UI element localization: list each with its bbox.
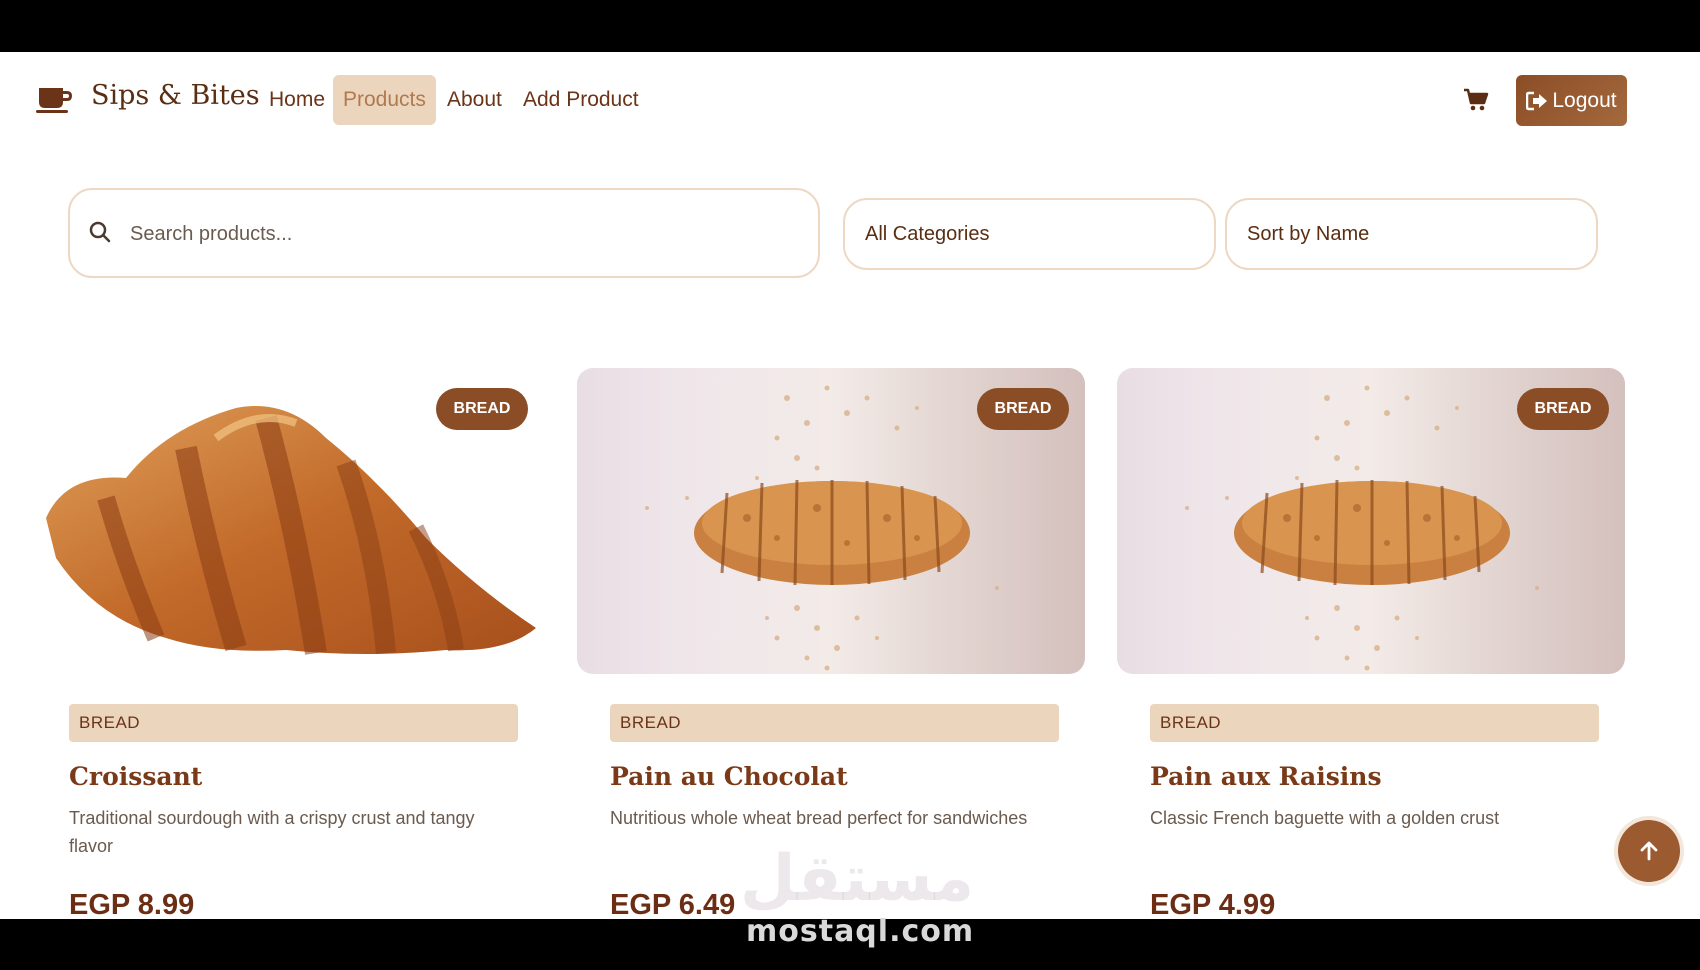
category-label: BREAD — [1150, 704, 1599, 742]
category-select[interactable]: All Categories — [843, 198, 1216, 270]
search-icon — [89, 221, 111, 243]
product-image[interactable]: BREAD — [577, 368, 1085, 674]
nav-link-home[interactable]: Home — [259, 75, 335, 125]
product-price: EGP 6.49 — [610, 889, 736, 919]
category-label: BREAD — [69, 704, 518, 742]
product-image[interactable]: BREAD — [1117, 368, 1625, 674]
search-box — [68, 188, 820, 278]
nav-link-about[interactable]: About — [437, 75, 512, 125]
product-description: Nutritious whole wheat bread perfect for… — [610, 808, 1028, 828]
watermark-logo: مستقل — [740, 842, 975, 916]
scroll-to-top-button[interactable] — [1618, 820, 1680, 882]
coffee-cup-icon — [36, 88, 72, 113]
category-badge: BREAD — [977, 388, 1069, 430]
category-badge: BREAD — [436, 388, 528, 430]
category-badge: BREAD — [1517, 388, 1609, 430]
logout-icon — [1526, 91, 1548, 110]
page: Sips & Bites Home Products About Add Pro… — [0, 52, 1700, 919]
product-price: EGP 8.99 — [69, 889, 195, 919]
watermark-text: mostaql.com — [746, 914, 975, 949]
category-label: BREAD — [610, 704, 1059, 742]
product-description: Traditional sourdough with a crispy crus… — [69, 808, 475, 856]
product-name: Croissant — [69, 762, 203, 791]
product-price: EGP 4.99 — [1150, 889, 1276, 919]
navbar: Sips & Bites Home Products About Add Pro… — [0, 52, 1700, 148]
brand-name[interactable]: Sips & Bites — [91, 80, 260, 111]
product-name: Pain au Chocolat — [610, 762, 848, 791]
arrow-up-icon — [1640, 841, 1658, 861]
logout-button[interactable]: Logout — [1516, 75, 1627, 126]
search-input[interactable] — [128, 210, 782, 258]
logout-label: Logout — [1552, 88, 1617, 112]
product-image[interactable]: BREAD — [36, 368, 544, 674]
sort-select[interactable]: Sort by Name — [1225, 198, 1598, 270]
nav-link-products[interactable]: Products — [333, 75, 436, 125]
product-name: Pain aux Raisins — [1150, 762, 1382, 791]
screen-top-bar — [0, 0, 1700, 52]
cart-icon[interactable] — [1463, 88, 1489, 112]
product-description: Classic French baguette with a golden cr… — [1150, 808, 1500, 828]
nav-link-add-product[interactable]: Add Product — [513, 75, 649, 125]
